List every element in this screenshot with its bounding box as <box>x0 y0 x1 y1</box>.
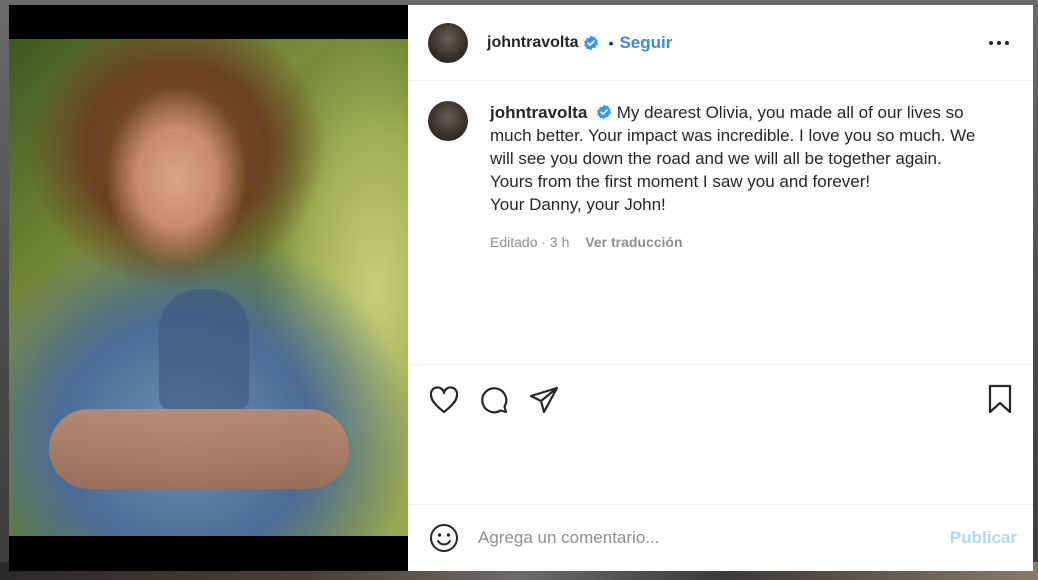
share-icon[interactable] <box>528 384 560 416</box>
caption-meta: Editado · 3 h Ver traducción <box>490 234 990 250</box>
caption-comment: johntravolta My dearest Olivia, you made… <box>428 101 1017 250</box>
verified-badge-icon <box>596 104 612 120</box>
caption-section: johntravolta My dearest Olivia, you made… <box>408 81 1033 365</box>
post-photo[interactable] <box>9 39 408 536</box>
author-avatar[interactable] <box>428 22 468 63</box>
post-media <box>9 5 408 571</box>
caption-text-block: johntravolta My dearest Olivia, you made… <box>490 101 990 216</box>
caption-line: Your Danny, your John! <box>490 195 666 214</box>
likes-area <box>408 435 1033 505</box>
more-options-icon[interactable] <box>989 33 1009 53</box>
comment-input[interactable] <box>478 528 950 548</box>
bookmark-icon[interactable] <box>987 384 1015 416</box>
caption-body: johntravolta My dearest Olivia, you made… <box>490 101 990 250</box>
verified-badge-icon <box>583 35 599 51</box>
photo-detail <box>49 409 349 489</box>
author-username[interactable]: johntravolta <box>487 34 579 52</box>
action-bar <box>408 365 1033 435</box>
post-modal: johntravolta • Seguir johntravolta My de… <box>9 5 1033 571</box>
comment-icon[interactable] <box>478 384 510 416</box>
emoji-icon[interactable] <box>428 522 460 554</box>
caption-username[interactable]: johntravolta <box>490 103 587 122</box>
photo-detail <box>159 289 249 409</box>
heart-icon[interactable] <box>428 384 460 416</box>
follow-button[interactable]: Seguir <box>619 33 672 53</box>
caption-avatar[interactable] <box>428 101 468 141</box>
edited-timestamp: Editado · 3 h <box>490 234 570 250</box>
comment-composer: Publicar <box>408 505 1033 571</box>
post-header: johntravolta • Seguir <box>408 5 1033 81</box>
publish-button[interactable]: Publicar <box>950 528 1017 548</box>
post-panel: johntravolta • Seguir johntravolta My de… <box>408 5 1033 571</box>
caption-line: Yours from the first moment I saw you an… <box>490 172 871 191</box>
translate-link[interactable]: Ver traducción <box>585 234 682 250</box>
separator-dot: • <box>608 34 614 51</box>
